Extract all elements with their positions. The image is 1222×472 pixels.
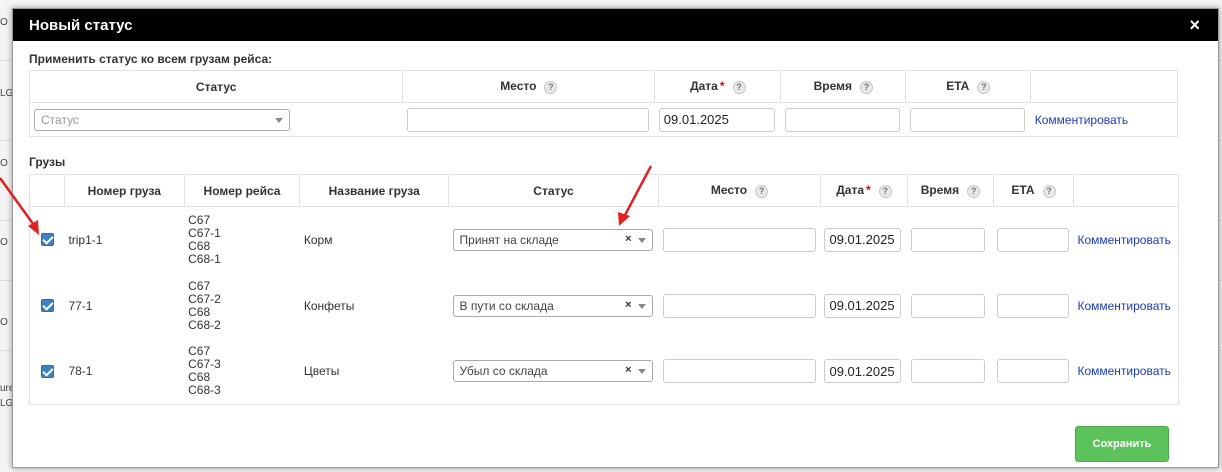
row-checkbox[interactable] <box>40 299 54 312</box>
row-time-input[interactable] <box>911 293 986 318</box>
cargo-number: 78-1 <box>68 364 93 379</box>
help-icon[interactable]: ? <box>755 184 769 198</box>
clear-icon[interactable]: × <box>625 364 631 376</box>
cargo-label: Грузы <box>29 155 66 169</box>
help-icon[interactable]: ? <box>878 184 892 198</box>
bg-fragment: O <box>0 237 8 248</box>
help-icon[interactable]: ? <box>967 184 981 198</box>
row-checkbox[interactable] <box>40 364 54 378</box>
header-place: Место? <box>658 174 821 207</box>
chevron-down-icon <box>637 303 646 309</box>
apply-all-table: Статус Место? Дата *? Время? ETA? Статус… <box>29 70 1178 137</box>
trip-numbers: C67 C67-3 C68 C68-3 <box>188 344 221 398</box>
help-icon[interactable]: ? <box>977 80 991 94</box>
apply-all-label: Применить статус ко всем грузам рейса: <box>29 52 273 66</box>
row-status-select[interactable]: В пути со склада × <box>452 294 653 317</box>
bg-fragment: O <box>0 158 8 169</box>
clear-icon[interactable]: × <box>625 299 631 311</box>
row-eta-input[interactable] <box>997 293 1070 318</box>
cargo-number: 77-1 <box>68 298 93 313</box>
header-date: Дата *? <box>654 70 782 103</box>
apply-all-status-select[interactable]: Статус <box>34 108 290 131</box>
apply-all-comment-link[interactable]: Комментировать <box>1035 113 1128 127</box>
close-icon[interactable]: × <box>1189 16 1200 34</box>
table-row: 77-1 C67 C67-2 C68 C68-2 Конфеты В пути со … <box>30 273 1179 339</box>
header-trip-number: Номер рейса <box>184 174 301 207</box>
trip-numbers: C67 C67-2 C68 C68-2 <box>188 278 221 332</box>
row-date-input[interactable] <box>824 359 902 384</box>
new-status-modal: Новый статус × Применить статус ко всем … <box>12 8 1219 468</box>
clear-icon[interactable]: × <box>625 233 631 245</box>
header-date: Дата *? <box>820 174 908 207</box>
row-checkbox[interactable] <box>40 233 54 247</box>
row-eta-input[interactable] <box>997 227 1070 252</box>
row-comment-link[interactable]: Комментировать <box>1077 364 1170 378</box>
trip-numbers: C67 C67-1 C68 C68-1 <box>188 212 221 266</box>
help-icon[interactable]: ? <box>859 80 873 94</box>
modal-header: Новый статус × <box>13 9 1218 41</box>
apply-all-row: Статус Комментировать <box>30 103 1178 137</box>
row-date-input[interactable] <box>824 227 902 252</box>
apply-all-date-input[interactable] <box>658 107 775 132</box>
header-cargo-number: Номер груза <box>64 174 185 207</box>
chevron-down-icon <box>637 369 646 375</box>
bg-fragment: O <box>0 17 8 28</box>
help-icon[interactable]: ? <box>732 80 746 94</box>
cargo-name: Конфеты <box>303 298 355 313</box>
table-row: 78-1 C67 C67-3 C68 C68-3 Цветы Убыл со скла… <box>30 339 1179 405</box>
header-place: Место? <box>402 70 656 103</box>
header-cargo-name: Название груза <box>299 174 450 207</box>
apply-all-time-input[interactable] <box>784 107 900 132</box>
cargo-table: Номер груза Номер рейса Название груза С… <box>29 174 1179 405</box>
modal-title: Новый статус <box>29 16 133 34</box>
help-icon[interactable]: ? <box>544 80 558 94</box>
header-time: Время? <box>907 174 994 207</box>
apply-all-eta-input[interactable] <box>909 107 1025 132</box>
apply-all-place-input[interactable] <box>406 107 649 132</box>
row-time-input[interactable] <box>911 359 986 384</box>
row-eta-input[interactable] <box>997 359 1070 384</box>
help-icon[interactable]: ? <box>1042 184 1056 198</box>
header-select <box>29 174 65 207</box>
row-comment-link[interactable]: Комментировать <box>1077 299 1170 313</box>
apply-all-header-row: Статус Место? Дата *? Время? ETA? <box>29 70 1178 103</box>
header-eta: ETA? <box>993 174 1074 207</box>
chevron-down-icon <box>275 117 283 123</box>
chevron-down-icon <box>637 237 646 243</box>
bg-fragment: O <box>0 317 8 328</box>
row-time-input[interactable] <box>911 227 986 252</box>
cargo-number: trip1-1 <box>68 232 103 247</box>
row-status-select[interactable]: Принят на складе × <box>452 228 653 251</box>
cargo-name: Цветы <box>303 364 340 379</box>
header-time: Время? <box>780 70 907 103</box>
header-status: Статус <box>448 174 659 207</box>
save-button[interactable]: Сохранить <box>1075 426 1169 462</box>
row-status-select[interactable]: Убыл со склада × <box>452 360 653 383</box>
cargo-header-row: Номер груза Номер рейса Название груза С… <box>29 174 1179 207</box>
header-actions <box>1031 71 1178 103</box>
table-row: trip1-1 C67 C67-1 C68 C68-1 Корм Принят на … <box>30 207 1179 273</box>
row-place-input[interactable] <box>662 359 816 384</box>
row-place-input[interactable] <box>662 227 816 252</box>
row-date-input[interactable] <box>824 293 902 318</box>
header-actions <box>1073 175 1178 207</box>
header-status: Статус <box>29 70 404 103</box>
header-eta: ETA? <box>905 70 1032 103</box>
cargo-name: Корм <box>303 232 333 247</box>
row-place-input[interactable] <box>662 293 816 318</box>
row-comment-link[interactable]: Комментировать <box>1077 233 1170 247</box>
